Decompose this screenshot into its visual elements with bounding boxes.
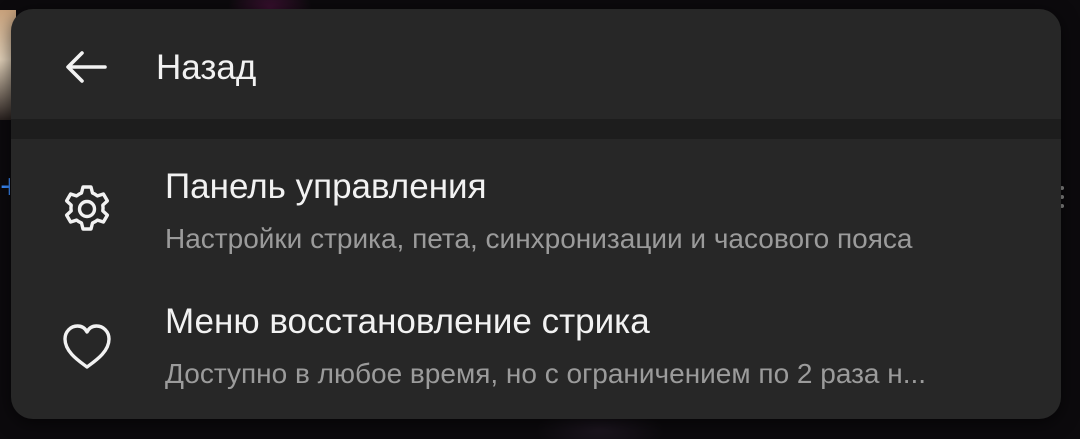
- background-plus-icon: +: [0, 172, 10, 202]
- menu-item-subtitle: Настройки стрика, пета, синхронизации и …: [165, 223, 913, 254]
- menu-item-control-panel[interactable]: Панель управления Настройки стрика, пета…: [11, 154, 1061, 284]
- heart-icon: [63, 324, 111, 369]
- menu-item-title: Меню восстановление стрика: [165, 302, 650, 341]
- back-button[interactable]: Назад: [11, 9, 1061, 119]
- popup-menu: Назад Панель управления Настройки стрика…: [11, 9, 1061, 419]
- menu-item-title: Панель управления: [165, 167, 487, 206]
- back-label: Назад: [156, 48, 257, 87]
- arrow-left-icon[interactable]: [61, 42, 111, 92]
- menu-item-subtitle: Доступно в любое время, но с ограничение…: [165, 358, 927, 389]
- section-divider: [11, 119, 1061, 139]
- menu-item-streak-restore[interactable]: Меню восстановление стрика Доступно в лю…: [11, 289, 1061, 419]
- gear-icon: [64, 185, 110, 231]
